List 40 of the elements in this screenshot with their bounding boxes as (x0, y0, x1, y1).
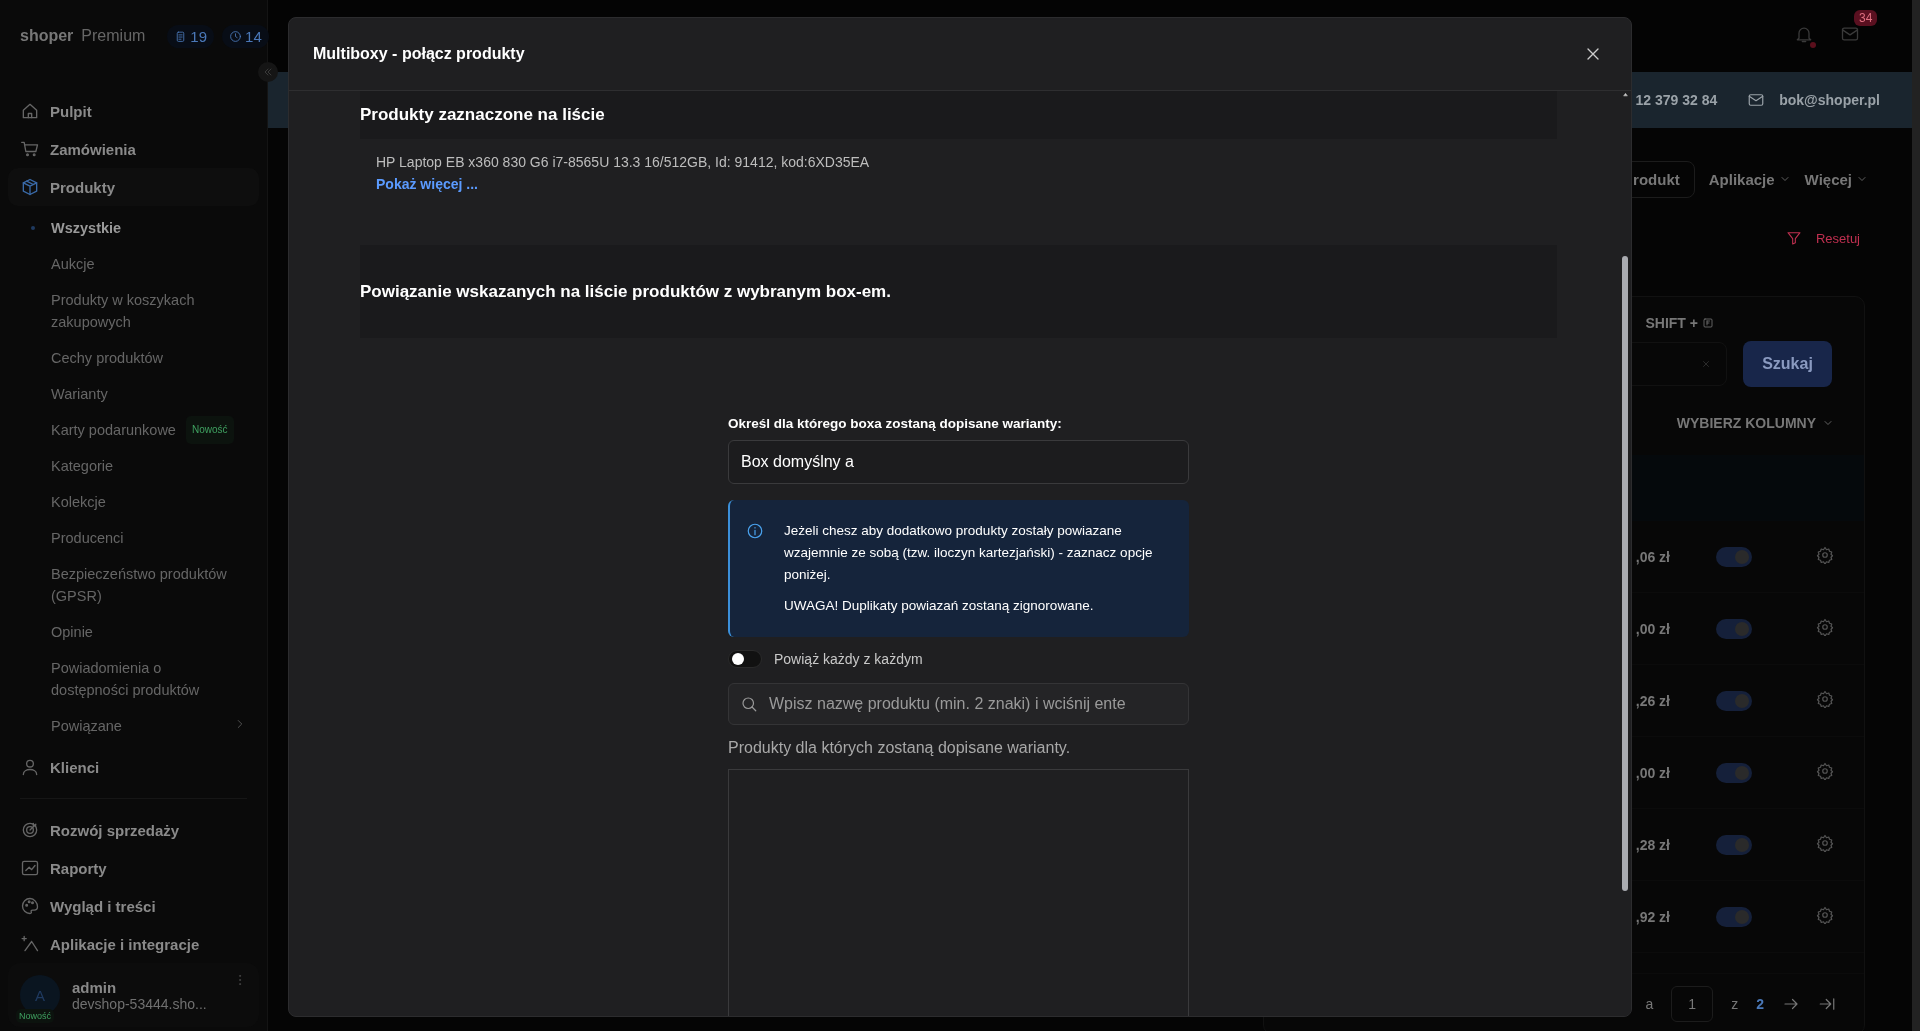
price-cell: ,00 zł (1635, 764, 1670, 781)
info-text: UWAGA! Duplikaty powiazań zostaną zignorowane. (784, 597, 1095, 615)
submenu-label: Aukcje (51, 255, 95, 274)
section-heading: Produkty zaznaczone na liście (360, 105, 605, 125)
submenu-label: Wszystkie (51, 219, 122, 238)
price-cell: ,28 zł (1635, 836, 1670, 853)
info-text: Jeżeli chesz aby dodatkowo produkty zostały powiazane wzajemnie ze sobą (tzw. iloczyn kartezjański) - zaznacz opcje poniżej. (784, 522, 1154, 584)
unread-badge: 34 (1854, 10, 1878, 26)
email-address: bok@shoper.pl (1779, 92, 1880, 108)
new-badge: Nowość (16, 1009, 54, 1023)
page-of-label: z (1731, 996, 1739, 1012)
new-badge: Nowość (185, 416, 234, 444)
brand-name: shoper (20, 27, 74, 45)
section-heading: Powiązanie wskazanych na liście produktów z wybranym box-em. (360, 281, 891, 302)
price-cell: ,00 zł (1635, 620, 1670, 637)
list-caption: Produkty dla których zostaną dopisane warianty. (728, 739, 1072, 757)
price-cell: ,92 zł (1635, 908, 1670, 925)
price-cell: ,26 zł (1635, 692, 1670, 709)
dialog-title: Multiboxy - połącz produkty (313, 45, 525, 63)
submenu-label: Karty podarunkowe (51, 421, 176, 440)
submenu-label: Warianty (51, 385, 108, 404)
user-name: admin (72, 978, 118, 996)
page-label: a (1645, 996, 1654, 1012)
shortcut-hint: SHIFT + (1645, 315, 1698, 331)
submenu-label: Bezpieczeństwo produktów (GPSR) (51, 565, 228, 606)
submenu-label: Kolekcje (51, 493, 106, 512)
submenu-label: Opinie (51, 623, 93, 642)
phone-number: 12 379 32 84 (1635, 92, 1718, 108)
submenu-label: Kategorie (51, 457, 114, 476)
submenu-label: Powiadomienia o dostępności produktów (51, 659, 201, 700)
product-item: HP Laptop EB x360 830 G6 i7-8565U 13.3 16/512GB, Id: 91412, kod:6XD35EA (376, 153, 871, 172)
toggle-label: Powiąż każdy z każdym (774, 651, 923, 667)
plan-label: Premium (81, 27, 146, 45)
submenu-label: Powiązane (51, 717, 122, 736)
field-label: Określ dla którego boxa zostaną dopisane warianty: (728, 416, 1063, 431)
submenu-label: Producenci (51, 529, 124, 548)
submenu-label: Cechy produktów (51, 349, 164, 368)
shop-name: devshop-53444.sho... (72, 995, 207, 1012)
submenu-label: Produkty w koszykach zakupowych (51, 291, 196, 332)
price-cell: ,06 zł (1635, 548, 1670, 565)
